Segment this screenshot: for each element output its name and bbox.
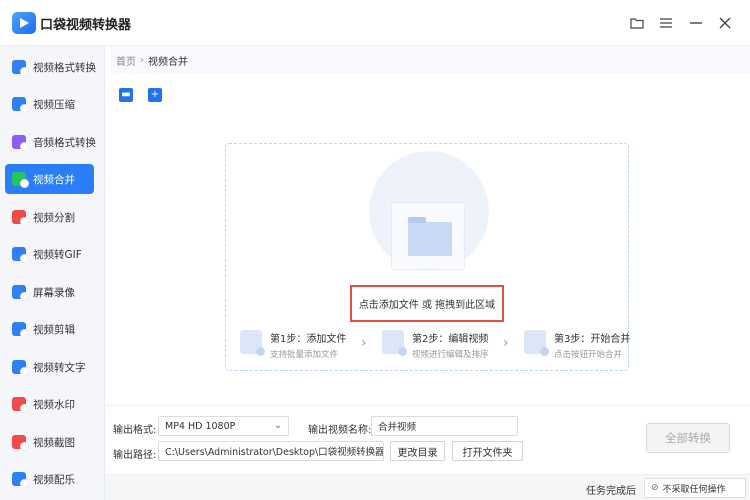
menu-icon[interactable] [656,13,676,33]
chevron-right-icon: › [140,54,144,66]
sidebar-item-video-to-gif[interactable]: 视频转GIF [5,239,94,269]
after-task-label: 任务完成后 [586,486,636,497]
sidebar-item-video-merge[interactable]: 视频合并 [5,164,94,194]
sidebar-item-label: 音频格式转换 [33,136,96,149]
prohibit-icon: ⊘ [651,483,659,493]
video-merge-icon [12,172,29,188]
close-icon[interactable] [715,13,735,33]
sidebar-item-audio-format-convert[interactable]: 音频格式转换 [5,127,96,157]
drop-hint[interactable]: 点击添加文件 或 拖拽到此区域 [350,285,504,322]
sidebar-item-video-edit[interactable]: 视频剪辑 [5,314,94,344]
chevron-down-icon: ⌄ [274,420,282,431]
sidebar-item-label: 视频转GIF [33,248,82,261]
step-3: 第3步：开始合并 点击按钮开始合并 [524,330,630,360]
after-task-value: 不采取任何操作 [662,484,726,495]
add-file-step-icon [240,330,265,356]
after-task-select[interactable]: ⊘ 不采取任何操作 [644,478,746,498]
breadcrumb-current: 视频合并 [148,56,188,68]
video-compress-icon [12,97,29,113]
edit-video-step-icon [382,330,407,356]
step-title: 第2步：编辑视频 [412,334,489,345]
chevron-right-icon: › [361,335,367,351]
screenshot-icon [12,435,29,451]
sidebar-item-video-split[interactable]: 视频分割 [5,202,94,232]
minimize-icon[interactable] [686,13,706,33]
output-name-input[interactable]: 合并视频 [371,416,518,436]
video-format-icon [12,60,29,76]
step-subtitle: 点击按钮开始合并 [554,350,623,360]
sidebar-item-label: 视频格式转换 [33,61,96,74]
sidebar-item-video-to-text[interactable]: 视频转文字 [5,352,94,382]
sidebar-item-video-screenshot[interactable]: 视频截图 [5,427,94,457]
step-subtitle: 支持批量添加文件 [270,350,339,360]
sidebar-item-label: 视频压缩 [33,98,75,111]
change-directory-button[interactable]: 更改目录 [390,441,445,461]
video-to-text-icon [12,360,29,376]
chevron-right-icon: › [503,335,509,351]
step-1: 第1步：添加文件 支持批量添加文件 [240,330,346,360]
convert-all-button[interactable]: 全部转换 [646,423,730,453]
breadcrumb: 首页 › 视频合并 [110,46,750,74]
output-name-label: 输出视频名称: [308,425,372,436]
app-title: 口袋视频转换器 [40,18,132,33]
folder-icon [408,217,452,256]
sidebar-item-label: 视频合并 [33,173,75,186]
gif-icon [12,247,29,263]
sidebar-item-video-format-convert[interactable]: 视频格式转换 [5,52,96,82]
add-file-icon[interactable]: ▬ [119,88,133,102]
watermark-icon [12,397,29,413]
step-title: 第3步：开始合并 [554,334,631,345]
folder-icon[interactable] [627,13,647,33]
start-merge-step-icon [524,330,549,356]
output-settings: 输出格式: MP4 HD 1080P ⌄ 输出视频名称: 合并视频 输出路径: … [105,405,750,500]
sidebar-item-label: 屏幕录像 [33,286,75,299]
sidebar-item-label: 视频截图 [33,436,75,449]
add-folder-icon[interactable]: + [148,88,162,102]
sidebar-item-label: 视频分割 [33,211,75,224]
title-bar: 口袋视频转换器 [0,0,750,46]
output-format-value: MP4 HD 1080P [165,420,236,432]
output-format-label: 输出格式: [113,425,157,436]
audio-format-icon [12,135,29,151]
sidebar-item-label: 视频剪辑 [33,323,75,336]
output-path-label: 输出路径: [113,450,157,461]
step-title: 第1步：添加文件 [270,334,347,345]
sidebar-item-video-music[interactable]: 视频配乐 [5,464,94,494]
sidebar-item-video-watermark[interactable]: 视频水印 [5,389,94,419]
step-2: 第2步：编辑视频 视频进行编辑及排序 [382,330,489,360]
drop-zone[interactable]: 点击添加文件 或 拖拽到此区域 第1步：添加文件 支持批量添加文件 › 第2步：… [225,143,630,371]
breadcrumb-home[interactable]: 首页 [116,53,136,68]
music-icon [12,472,29,488]
sidebar-item-label: 视频配乐 [33,473,75,486]
app-logo-icon [12,12,36,34]
video-edit-icon [12,322,29,338]
video-split-icon [12,210,29,226]
output-format-select[interactable]: MP4 HD 1080P ⌄ [158,416,289,436]
status-bar: 任务完成后 ⊘ 不采取任何操作 [105,474,750,500]
screen-record-icon [12,285,29,301]
sidebar-item-label: 视频转文字 [33,361,86,374]
sidebar-item-label: 视频水印 [33,398,75,411]
output-path-field[interactable]: C:\Users\Administrator\Desktop\口袋视频转换器 [158,441,384,461]
open-folder-button[interactable]: 打开文件夹 [452,441,523,461]
sidebar-item-screen-record[interactable]: 屏幕录像 [5,277,94,307]
step-subtitle: 视频进行编辑及排序 [412,350,489,360]
sidebar: 视频格式转换 视频压缩 音频格式转换 视频合并 视频分割 视频转GIF 屏幕录像… [0,46,105,500]
sidebar-item-video-compress[interactable]: 视频压缩 [5,89,94,119]
